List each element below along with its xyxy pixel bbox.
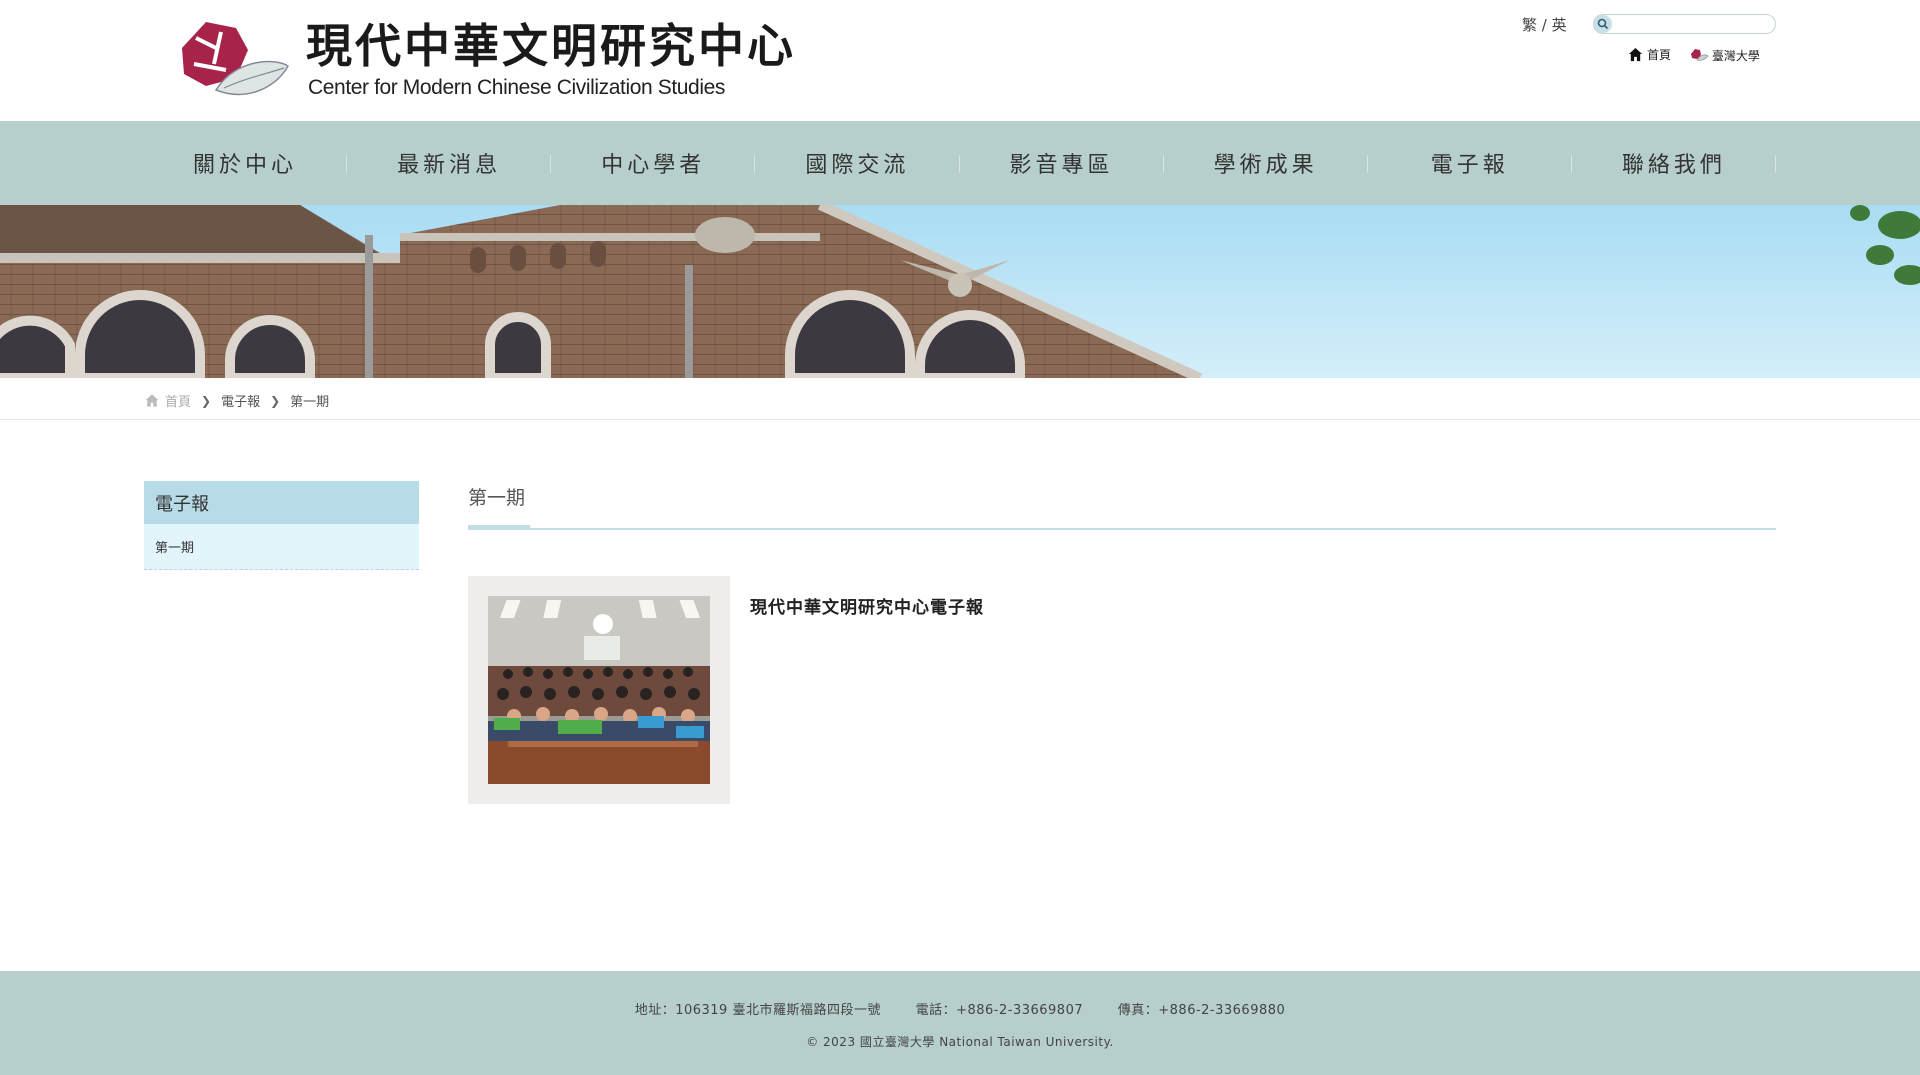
chevron-right-icon: ❯ <box>201 393 212 408</box>
main-nav: 關於中心 最新消息 中心學者 國際交流 影音專區 學術成果 電子報 聯絡我們 <box>0 121 1920 205</box>
search-icon[interactable] <box>1594 15 1612 33</box>
title-divider-accent <box>468 525 530 530</box>
breadcrumb-current: 第一期 <box>290 395 330 410</box>
home-icon <box>1628 47 1643 62</box>
chevron-right-icon: ❯ <box>270 393 281 408</box>
breadcrumb: 首頁 ❯ 電子報 ❯ 第一期 <box>0 378 1920 420</box>
site-footer: 地址：106319 臺北市羅斯福路四段一號 電話：+886-2-33669807… <box>0 971 1920 1075</box>
footer-address: 地址：106319 臺北市羅斯福路四段一號 <box>634 1003 881 1018</box>
nav-scholars[interactable]: 中心學者 <box>551 121 756 205</box>
top-links: 首頁 臺灣大學 <box>1628 46 1774 65</box>
ntu-link-label: 臺灣大學 <box>1711 48 1760 63</box>
newsletter-title-link[interactable]: 現代中華文明研究中心電子報 <box>750 593 984 618</box>
newsletter-thumbnail[interactable] <box>468 576 730 804</box>
lang-english[interactable]: 英 <box>1552 16 1567 34</box>
banner-building-illustration <box>0 205 1920 378</box>
nav-news[interactable]: 最新消息 <box>347 121 552 205</box>
sidebar: 電子報 第一期 <box>144 481 419 570</box>
nav-publications[interactable]: 學術成果 <box>1164 121 1368 205</box>
logo-mark-icon <box>182 22 289 96</box>
nav-media[interactable]: 影音專區 <box>960 121 1164 205</box>
breadcrumb-home-label: 首頁 <box>165 395 192 410</box>
breadcrumb-home[interactable]: 首頁 <box>145 391 191 410</box>
footer-contact: 地址：106319 臺北市羅斯福路四段一號 電話：+886-2-33669807… <box>0 999 1920 1018</box>
footer-copyright: © 2023 國立臺灣大學 National Taiwan University… <box>806 1035 1114 1049</box>
ntu-logo-icon <box>1690 49 1709 61</box>
footer-phone: 電話：+886-2-33669807 <box>915 1003 1084 1018</box>
search-input[interactable] <box>1616 15 1771 33</box>
newsletter-group-photo <box>488 596 710 784</box>
lang-traditional-chinese[interactable]: 繁 <box>1522 16 1537 34</box>
logo-english-name: Center for Modern Chinese Civilization S… <box>308 76 725 99</box>
language-switch: 繁 / 英 <box>1522 14 1567 35</box>
lang-separator: / <box>1537 16 1552 34</box>
sidebar-title: 電子報 <box>144 481 419 524</box>
ntu-link[interactable]: 臺灣大學 <box>1689 47 1760 64</box>
logo-chinese-name: 現代中華文明研究中心 <box>306 19 796 73</box>
title-divider <box>468 528 1776 530</box>
nav-international[interactable]: 國際交流 <box>755 121 960 205</box>
sidebar-item-issue-1[interactable]: 第一期 <box>144 524 419 570</box>
nav-about[interactable]: 關於中心 <box>143 121 348 205</box>
site-header: 現代中華文明研究中心 Center for Modern Chinese Civ… <box>0 0 1920 121</box>
breadcrumb-newsletter[interactable]: 電子報 <box>221 391 260 410</box>
home-icon <box>145 394 159 407</box>
home-link-label: 首頁 <box>1647 48 1672 62</box>
site-logo[interactable]: 現代中華文明研究中心 Center for Modern Chinese Civ… <box>176 10 793 110</box>
page-title: 第一期 <box>468 487 526 509</box>
banner-image <box>0 205 1920 378</box>
footer-fax: 傳真：+886-2-33669880 <box>1117 1003 1286 1018</box>
nav-newsletter[interactable]: 電子報 <box>1368 121 1573 205</box>
nav-contact[interactable]: 聯絡我們 <box>1572 121 1777 205</box>
home-link[interactable]: 首頁 <box>1628 46 1671 63</box>
